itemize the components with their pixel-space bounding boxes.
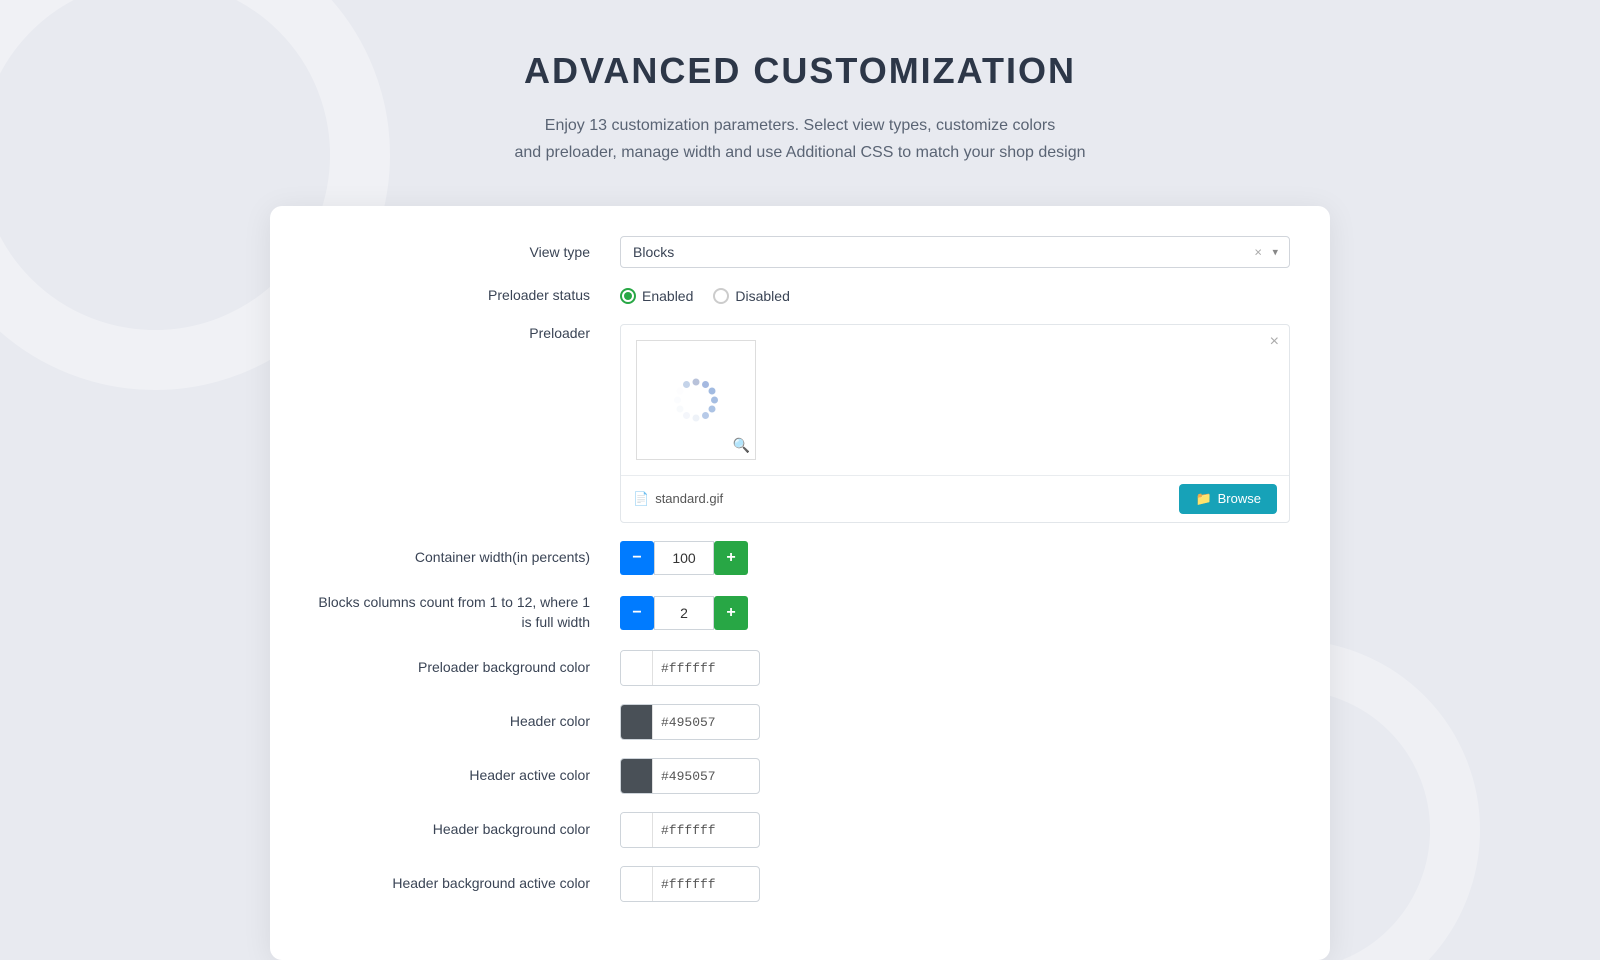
- page-title: ADVANCED CUSTOMIZATION: [524, 50, 1076, 92]
- preloader-bg-color-row: Preloader background color: [310, 650, 1290, 686]
- preloader-area: ×: [620, 324, 1290, 523]
- file-input-row: 📄 standard.gif 📁 Browse: [621, 475, 1289, 522]
- header-active-color-row: Header active color: [310, 758, 1290, 794]
- page-subtitle: Enjoy 13 customization parameters. Selec…: [514, 112, 1085, 166]
- container-width-minus[interactable]: −: [620, 541, 654, 575]
- header-bg-active-color-text[interactable]: [653, 877, 760, 892]
- preloader-status-row: Preloader status Enabled Disabled: [310, 286, 1290, 306]
- header-active-color-swatch[interactable]: [621, 759, 653, 793]
- radio-enabled-label: Enabled: [642, 288, 693, 304]
- header-color-input: [620, 704, 760, 740]
- blocks-columns-plus[interactable]: +: [714, 596, 748, 630]
- blocks-columns-row: Blocks columns count from 1 to 12, where…: [310, 593, 1290, 632]
- header-bg-active-color-input: [620, 866, 760, 902]
- radio-disabled[interactable]: Disabled: [713, 288, 789, 304]
- blocks-columns-label: Blocks columns count from 1 to 12, where…: [310, 593, 620, 632]
- header-bg-active-color-label: Header background active color: [310, 874, 620, 894]
- preloader-status-control: Enabled Disabled: [620, 288, 1290, 304]
- container-width-control: − 100 +: [620, 541, 1290, 575]
- preloader-control: ×: [620, 324, 1290, 523]
- header-bg-active-color-control: [620, 866, 1290, 902]
- main-card: View type Blocks List Grid × ▾ Preloader…: [270, 206, 1330, 960]
- preloader-bg-color-text[interactable]: [653, 661, 760, 676]
- preloader-row: Preloader ×: [310, 324, 1290, 523]
- header-bg-color-text[interactable]: [653, 823, 760, 838]
- file-name: standard.gif: [655, 491, 1179, 506]
- header-bg-color-row: Header background color: [310, 812, 1290, 848]
- preloader-container: 🔍: [621, 325, 1289, 475]
- header-color-control: [620, 704, 1290, 740]
- preloader-thumbnail: 🔍: [636, 340, 756, 460]
- header-bg-color-swatch[interactable]: [621, 813, 653, 847]
- preloader-bg-color-swatch[interactable]: [621, 651, 653, 685]
- preloader-bg-color-label: Preloader background color: [310, 658, 620, 678]
- zoom-icon[interactable]: 🔍: [733, 437, 750, 454]
- header-active-color-control: [620, 758, 1290, 794]
- container-width-row: Container width(in percents) − 100 +: [310, 541, 1290, 575]
- browse-button[interactable]: 📁 Browse: [1179, 484, 1277, 514]
- container-width-label: Container width(in percents): [310, 548, 620, 568]
- radio-dot-disabled: [713, 288, 729, 304]
- header-bg-color-control: [620, 812, 1290, 848]
- view-type-label: View type: [310, 243, 620, 263]
- radio-group: Enabled Disabled: [620, 288, 1290, 304]
- header-bg-active-color-swatch[interactable]: [621, 867, 653, 901]
- radio-dot-enabled: [620, 288, 636, 304]
- spinner: [669, 373, 723, 427]
- preloader-label: Preloader: [310, 324, 620, 344]
- radio-disabled-label: Disabled: [735, 288, 789, 304]
- header-color-swatch[interactable]: [621, 705, 653, 739]
- blocks-columns-minus[interactable]: −: [620, 596, 654, 630]
- container-width-plus[interactable]: +: [714, 541, 748, 575]
- header-color-row: Header color: [310, 704, 1290, 740]
- preloader-bg-color-input: [620, 650, 760, 686]
- blocks-columns-stepper: − 2 +: [620, 596, 1290, 630]
- view-type-select[interactable]: Blocks List Grid: [620, 236, 1290, 268]
- header-active-color-input: [620, 758, 760, 794]
- view-type-control: Blocks List Grid × ▾: [620, 236, 1290, 268]
- view-type-row: View type Blocks List Grid × ▾: [310, 236, 1290, 268]
- container-width-stepper: − 100 +: [620, 541, 1290, 575]
- blocks-columns-control: − 2 +: [620, 596, 1290, 630]
- header-bg-color-input: [620, 812, 760, 848]
- header-color-label: Header color: [310, 712, 620, 732]
- preloader-close-icon[interactable]: ×: [1270, 333, 1279, 351]
- preloader-status-label: Preloader status: [310, 286, 620, 306]
- header-active-color-text[interactable]: [653, 769, 760, 784]
- header-active-color-label: Header active color: [310, 766, 620, 786]
- header-color-text[interactable]: [653, 715, 760, 730]
- blocks-columns-value: 2: [654, 596, 714, 630]
- file-icon: 📄: [633, 491, 649, 507]
- view-type-select-wrapper: Blocks List Grid × ▾: [620, 236, 1290, 268]
- header-bg-color-label: Header background color: [310, 820, 620, 840]
- spinner-svg: [669, 373, 723, 427]
- radio-enabled[interactable]: Enabled: [620, 288, 693, 304]
- browse-folder-icon: 📁: [1195, 491, 1211, 507]
- browse-label: Browse: [1218, 491, 1261, 506]
- preloader-bg-color-control: [620, 650, 1290, 686]
- header-bg-active-color-row: Header background active color: [310, 866, 1290, 902]
- container-width-value: 100: [654, 541, 714, 575]
